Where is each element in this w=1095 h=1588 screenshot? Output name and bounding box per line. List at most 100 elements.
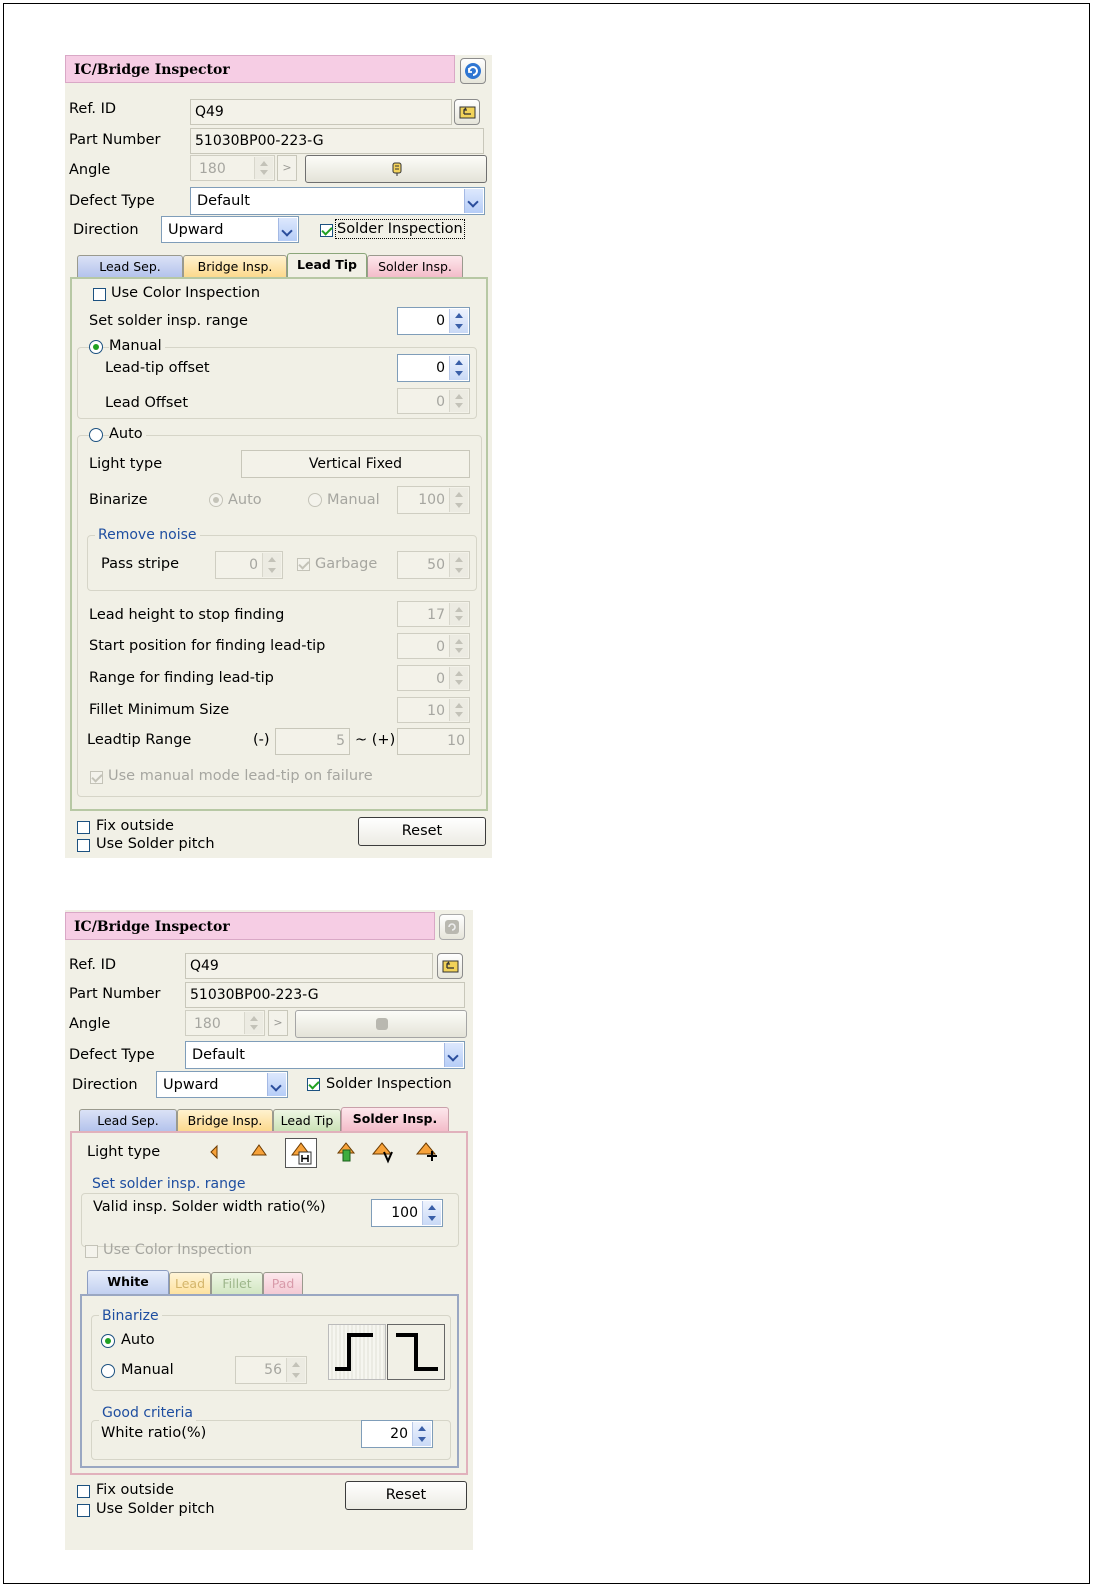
tab-solder-insp[interactable]: Solder Insp. xyxy=(341,1107,449,1131)
fix-outside-checkbox[interactable] xyxy=(77,821,90,834)
set-solder-range-spin[interactable] xyxy=(449,309,468,333)
manual-spin[interactable] xyxy=(286,1358,305,1382)
green-light-icon[interactable] xyxy=(335,1140,357,1164)
garbage-spin[interactable] xyxy=(449,553,468,577)
manual-radio[interactable] xyxy=(101,1364,115,1378)
white-ratio-spin[interactable] xyxy=(412,1422,431,1446)
browse-button[interactable] xyxy=(454,99,480,125)
auto-radio[interactable] xyxy=(101,1334,115,1348)
direction-select[interactable]: Upward xyxy=(161,216,299,243)
angle-stepper[interactable]: 180 xyxy=(185,1010,265,1036)
angle-label: Angle xyxy=(69,162,111,178)
lead-height-spin[interactable] xyxy=(449,603,468,625)
combined-light-icon[interactable] xyxy=(415,1140,441,1164)
part-number-field[interactable]: 51030BP00-223-G xyxy=(185,982,465,1008)
tab-lead-tip[interactable]: Lead Tip xyxy=(273,1109,341,1131)
refresh-button[interactable] xyxy=(460,58,486,84)
use-color-inspection-checkbox[interactable] xyxy=(85,1245,98,1258)
reset-button[interactable]: Reset xyxy=(345,1481,467,1510)
lead-tip-offset-spin[interactable] xyxy=(449,356,468,380)
manual-radio[interactable] xyxy=(89,340,103,354)
tab-solder-insp[interactable]: Solder Insp. xyxy=(367,255,463,277)
defect-type-select[interactable]: Default xyxy=(190,187,485,215)
subtab-fillet[interactable]: Fillet xyxy=(211,1272,263,1294)
start-position-stepper[interactable]: 0 xyxy=(397,633,470,659)
use-color-inspection-label: Use Color Inspection xyxy=(103,1242,253,1258)
leadtip-range-label: Leadtip Range xyxy=(87,732,192,748)
ref-id-field[interactable]: Q49 xyxy=(190,99,452,125)
tab-lead-sep[interactable]: Lead Sep. xyxy=(79,1109,177,1131)
use-solder-pitch-checkbox[interactable] xyxy=(77,1504,90,1517)
auto-radio[interactable] xyxy=(89,428,103,442)
angle-spin[interactable] xyxy=(244,1012,263,1034)
tab-bridge-insp[interactable]: Bridge Insp. xyxy=(177,1109,273,1131)
manual-stepper[interactable]: 56 xyxy=(235,1356,307,1384)
angle-next-button[interactable]: > xyxy=(277,155,297,181)
reset-button[interactable]: Reset xyxy=(358,817,486,846)
lead-offset-stepper[interactable]: 0 xyxy=(397,388,470,414)
lead-offset-label: Lead Offset xyxy=(105,395,189,411)
pass-stripe-stepper[interactable]: 0 xyxy=(215,551,283,579)
range-finding-label: Range for finding lead-tip xyxy=(89,670,274,686)
horizontal-light-button[interactable] xyxy=(285,1138,317,1168)
range-finding-stepper[interactable]: 0 xyxy=(397,665,470,691)
pass-stripe-spin[interactable] xyxy=(262,553,281,577)
fillet-min-spin[interactable] xyxy=(449,699,468,721)
white-ratio-stepper[interactable]: 20 xyxy=(361,1420,433,1448)
defect-type-select[interactable]: Default xyxy=(185,1041,465,1069)
lead-height-stepper[interactable]: 17 xyxy=(397,601,470,627)
angle-stepper[interactable]: 180 xyxy=(190,155,275,181)
binarize-manual-radio[interactable] xyxy=(308,493,322,507)
direction-select[interactable]: Upward xyxy=(156,1071,288,1098)
binarize-stepper[interactable]: 100 xyxy=(397,486,470,514)
leadtip-minus-field[interactable]: 5 xyxy=(275,728,350,755)
use-manual-mode-checkbox[interactable] xyxy=(90,771,103,784)
panel-title: IC/Bridge Inspector xyxy=(65,55,455,83)
use-color-inspection-label: Use Color Inspection xyxy=(111,285,261,301)
side-light-icon[interactable] xyxy=(205,1143,225,1163)
subtab-white[interactable]: White xyxy=(87,1270,169,1294)
tab-lead-sep[interactable]: Lead Sep. xyxy=(77,255,183,277)
fillet-min-stepper[interactable]: 10 xyxy=(397,697,470,723)
range-finding-spin[interactable] xyxy=(449,667,468,689)
set-solder-range-stepper[interactable]: 0 xyxy=(397,307,470,335)
valid-width-spin[interactable] xyxy=(422,1201,441,1225)
browse-button[interactable] xyxy=(437,953,463,979)
tab-bridge-insp[interactable]: Bridge Insp. xyxy=(183,255,287,277)
solder-inspection-checkbox[interactable] xyxy=(320,224,333,237)
ref-id-label: Ref. ID xyxy=(69,101,117,117)
leadtip-plus-field[interactable]: 10 xyxy=(397,728,470,755)
refresh-button[interactable] xyxy=(439,914,465,940)
vertical-light-icon[interactable] xyxy=(371,1140,397,1164)
angle-spin[interactable] xyxy=(254,157,273,179)
white-ratio-value: 20 xyxy=(390,1426,408,1442)
solder-inspection-checkbox[interactable] xyxy=(307,1078,320,1091)
angle-action-button[interactable] xyxy=(295,1010,467,1038)
binarize-auto-radio[interactable] xyxy=(209,493,223,507)
garbage-checkbox[interactable] xyxy=(297,558,310,571)
rising-edge-button[interactable] xyxy=(328,1324,386,1380)
use-color-inspection-checkbox[interactable] xyxy=(93,288,106,301)
tab-lead-tip[interactable]: Lead Tip xyxy=(287,253,367,277)
manual-label: Manual xyxy=(121,1362,174,1378)
garbage-label: Garbage xyxy=(315,556,378,572)
valid-width-value: 100 xyxy=(391,1205,418,1221)
valid-width-stepper[interactable]: 100 xyxy=(371,1199,443,1227)
folder-up-icon xyxy=(459,106,476,119)
lead-tip-offset-stepper[interactable]: 0 xyxy=(397,354,470,382)
part-number-field[interactable]: 51030BP00-223-G xyxy=(190,128,484,154)
garbage-stepper[interactable]: 50 xyxy=(397,551,470,579)
subtab-lead[interactable]: Lead xyxy=(169,1272,211,1294)
subtab-pad[interactable]: Pad xyxy=(263,1272,303,1294)
use-solder-pitch-checkbox[interactable] xyxy=(77,839,90,852)
lead-offset-spin[interactable] xyxy=(449,390,468,412)
top-light-icon[interactable] xyxy=(248,1142,270,1162)
falling-edge-button[interactable] xyxy=(387,1324,445,1380)
fix-outside-checkbox[interactable] xyxy=(77,1485,90,1498)
angle-action-button[interactable] xyxy=(305,155,487,183)
binarize-spin[interactable] xyxy=(449,488,468,512)
ref-id-field[interactable]: Q49 xyxy=(185,953,433,979)
binarize-manual-label: Manual xyxy=(327,492,380,508)
angle-next-button[interactable]: > xyxy=(268,1010,288,1036)
start-position-spin[interactable] xyxy=(449,635,468,657)
